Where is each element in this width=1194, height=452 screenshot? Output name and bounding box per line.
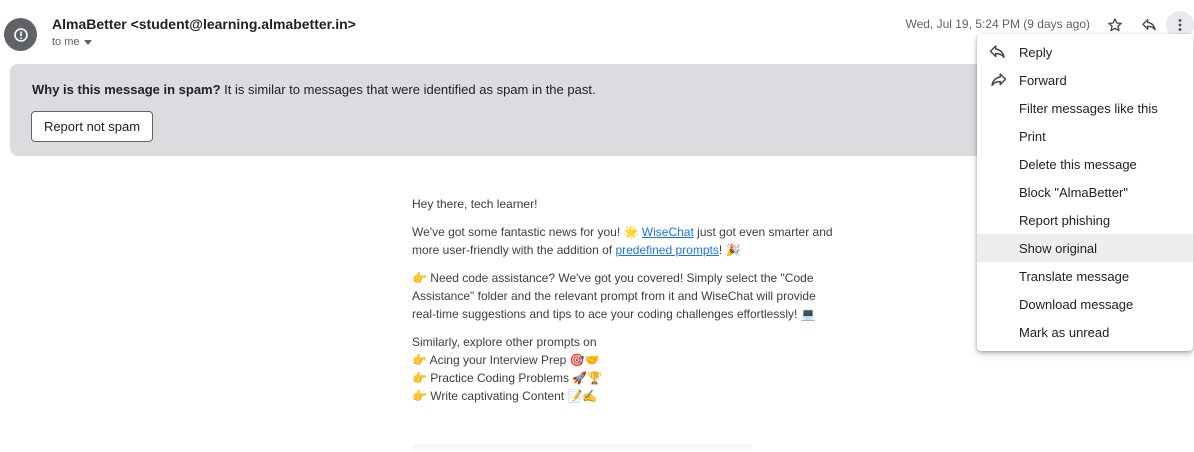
menu-item-filter[interactable]: Filter messages like this xyxy=(977,94,1193,122)
target-emoji-icon: 🎯🤝 xyxy=(569,353,600,367)
menu-item-label: Print xyxy=(1019,128,1046,144)
to-me-label: to me xyxy=(52,36,80,48)
cut-off-content xyxy=(412,444,752,452)
forward-icon xyxy=(991,73,1007,86)
report-not-spam-button[interactable]: Report not spam xyxy=(31,111,153,142)
text-segment: We've got some fantastic news for you! xyxy=(412,225,624,239)
email-datetime: Wed, Jul 19, 5:24 PM (9 days ago) xyxy=(905,17,1090,31)
spam-explanation: Why is this message in spam? It is simil… xyxy=(32,82,596,97)
recipients-toggle[interactable]: to me xyxy=(52,36,92,48)
list-item-text: Write captivating Content xyxy=(426,389,568,403)
reply-icon xyxy=(989,45,1005,58)
menu-item-reply[interactable]: Reply xyxy=(977,38,1193,66)
email-body: Hey there, tech learner! We've got some … xyxy=(412,195,842,405)
memo-emoji-icon: 📝✍ xyxy=(567,389,598,403)
chevron-down-icon xyxy=(83,39,92,45)
sender-name[interactable]: AlmaBetter <student@learning.almabetter.… xyxy=(52,16,356,32)
menu-item-forward[interactable]: Forward xyxy=(977,66,1193,94)
more-options-menu: Reply Forward Filter messages like this … xyxy=(977,34,1193,351)
spam-reason: It is similar to messages that were iden… xyxy=(220,82,596,97)
list-item: 👉 Practice Coding Problems 🚀🏆 xyxy=(412,369,842,387)
text-segment: Need code assistance? We've got you cove… xyxy=(412,271,816,321)
star-emoji-icon: 🌟 xyxy=(623,225,639,239)
spam-warning-banner: Why is this message in spam? It is simil… xyxy=(10,64,1000,156)
laptop-emoji-icon: 💻 xyxy=(800,307,816,321)
menu-item-label: Filter messages like this xyxy=(1019,100,1158,116)
spam-title: Why is this message in spam? xyxy=(32,82,221,97)
menu-item-label: Download message xyxy=(1019,296,1134,312)
pointing-hand-icon: 👉 xyxy=(412,389,427,403)
menu-item-block[interactable]: Block "AlmaBetter" xyxy=(977,178,1193,206)
pointing-hand-icon: 👉 xyxy=(412,371,427,385)
menu-item-label: Reply xyxy=(1019,44,1053,60)
menu-item-label: Show original xyxy=(1019,240,1098,256)
menu-item-translate[interactable]: Translate message xyxy=(977,262,1193,290)
menu-item-label: Report phishing xyxy=(1019,212,1111,228)
list-item: 👉 Acing your Interview Prep 🎯🤝 xyxy=(412,351,842,369)
prompts-intro: Similarly, explore other prompts on xyxy=(412,335,597,349)
list-item: 👉 Write captivating Content 📝✍ xyxy=(412,387,842,405)
menu-item-label: Delete this message xyxy=(1019,156,1137,172)
party-emoji-icon: 🎉 xyxy=(725,243,741,257)
pointing-hand-icon: 👉 xyxy=(412,271,427,285)
paragraph-code-assistance: 👉 Need code assistance? We've got you co… xyxy=(412,269,842,323)
text-segment: ! xyxy=(718,243,726,257)
list-item-text: Practice Coding Problems xyxy=(426,371,573,385)
alert-circle-icon xyxy=(13,27,28,42)
menu-item-delete[interactable]: Delete this message xyxy=(977,150,1193,178)
menu-item-label: Block "AlmaBetter" xyxy=(1019,184,1128,200)
menu-item-label: Forward xyxy=(1019,72,1067,88)
predefined-prompts-link[interactable]: predefined prompts xyxy=(615,243,718,257)
greeting: Hey there, tech learner! xyxy=(412,197,538,211)
more-vert-icon xyxy=(1178,19,1182,31)
wisechat-link[interactable]: WiseChat xyxy=(642,225,694,239)
pointing-hand-icon: 👉 xyxy=(412,353,427,367)
list-item-text: Acing your Interview Prep xyxy=(426,353,570,367)
menu-item-show-original[interactable]: Show original xyxy=(977,234,1193,262)
sender-avatar[interactable] xyxy=(4,18,37,51)
menu-item-print[interactable]: Print xyxy=(977,122,1193,150)
menu-item-label: Translate message xyxy=(1019,268,1130,284)
menu-item-mark-unread[interactable]: Mark as unread xyxy=(977,318,1193,346)
star-icon xyxy=(1108,18,1122,32)
rocket-emoji-icon: 🚀🏆 xyxy=(572,371,603,385)
paragraph-announcement: We've got some fantastic news for you! 🌟… xyxy=(412,223,842,259)
menu-item-label: Mark as unread xyxy=(1019,324,1110,340)
menu-item-report-phishing[interactable]: Report phishing xyxy=(977,206,1193,234)
reply-icon xyxy=(1142,19,1156,31)
menu-item-download[interactable]: Download message xyxy=(977,290,1193,318)
